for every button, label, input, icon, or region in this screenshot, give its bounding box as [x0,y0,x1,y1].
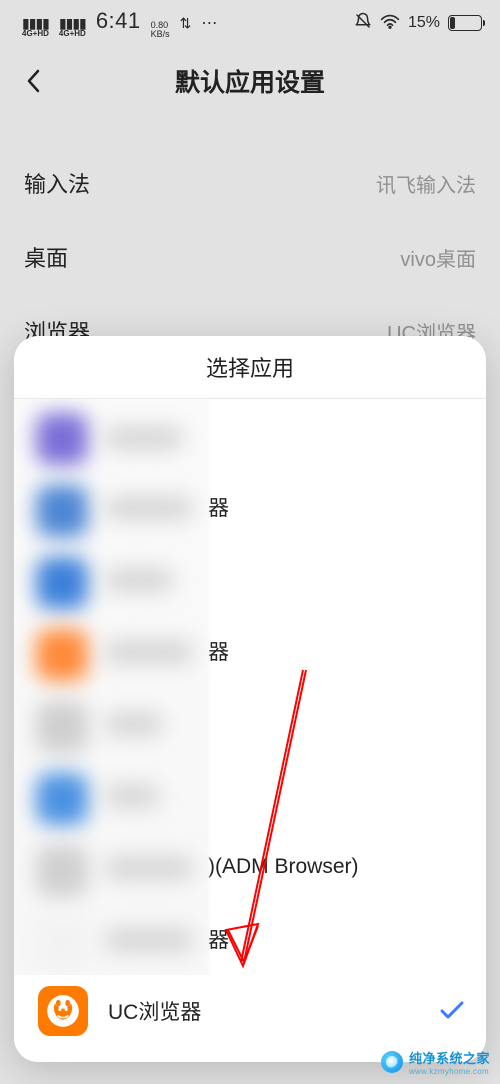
watermark: 纯净系统之家 www.kzmyhome.com [377,1046,494,1078]
battery-icon [448,15,482,31]
settings-list: 输入法 讯飞输入法 桌面 vivo桌面 浏览器 UC浏览器 [0,116,500,368]
watermark-text-en: www.kzmyhome.com [409,1067,490,1076]
setting-value: 讯飞输入法 [376,169,476,198]
selected-check-icon [438,997,466,1025]
uc-browser-icon [38,986,88,1036]
sheet-title: 选择应用 [14,336,486,398]
status-bar: ▮▮▮▮ 4G+HD ▮▮▮▮ 4G+HD 6:41 0.80 KB/s ⇅ ⋯… [0,0,500,46]
app-icon [38,842,88,892]
signal-1-icon: ▮▮▮▮ 4G+HD [22,16,49,38]
dnd-icon [354,12,372,35]
app-row[interactable] [14,543,486,615]
back-button[interactable] [18,65,50,97]
signal-2-icon: ▮▮▮▮ 4G+HD [59,16,86,38]
app-row[interactable] [14,687,486,759]
page-title: 默认应用设置 [175,63,325,99]
app-row[interactable] [14,759,486,831]
setting-row-launcher[interactable]: 桌面 vivo桌面 [24,220,476,294]
setting-label: 桌面 [24,241,68,273]
status-left: ▮▮▮▮ 4G+HD ▮▮▮▮ 4G+HD 6:41 0.80 KB/s ⇅ ⋯ [22,8,218,39]
chevron-left-icon [24,68,44,94]
app-icon [38,626,88,676]
setting-value: vivo桌面 [400,243,476,272]
app-name: 器 [108,492,466,522]
app-list[interactable]: 器 器 )(ADM Browser) 器 [14,399,486,1062]
setting-label: 输入法 [24,167,90,199]
app-icon [38,410,88,460]
app-row[interactable]: )(ADM Browser) [14,831,486,903]
app-name: UC浏览器 [108,996,418,1026]
status-net-speed: 0.80 KB/s [151,21,170,39]
app-name: )(ADM Browser) [108,855,466,879]
app-row[interactable] [14,399,486,471]
app-row[interactable]: 器 [14,615,486,687]
app-icon [38,698,88,748]
app-chooser-sheet: 选择应用 器 [14,336,486,1062]
status-time: 6:41 [96,8,141,34]
app-icon [38,482,88,532]
status-more-icon: ⋯ [201,13,218,33]
setting-row-ime[interactable]: 输入法 讯飞输入法 [24,146,476,220]
app-row[interactable]: 器 [14,903,486,975]
watermark-text-cn: 纯净系统之家 [409,1048,490,1067]
wifi-icon [380,13,400,34]
app-name: 器 [108,636,466,666]
network-icon: ⇅ [180,15,192,32]
page-title-row: 默认应用设置 [0,46,500,116]
status-right: 15% [354,12,482,35]
app-icon [38,554,88,604]
app-row[interactable]: 器 [14,471,486,543]
app-row-uc-browser[interactable]: UC浏览器 [14,975,486,1047]
app-icon [38,914,88,964]
watermark-logo-icon [381,1051,403,1073]
battery-percent: 15% [408,14,440,32]
app-name: 器 [108,924,466,954]
app-icon [38,770,88,820]
